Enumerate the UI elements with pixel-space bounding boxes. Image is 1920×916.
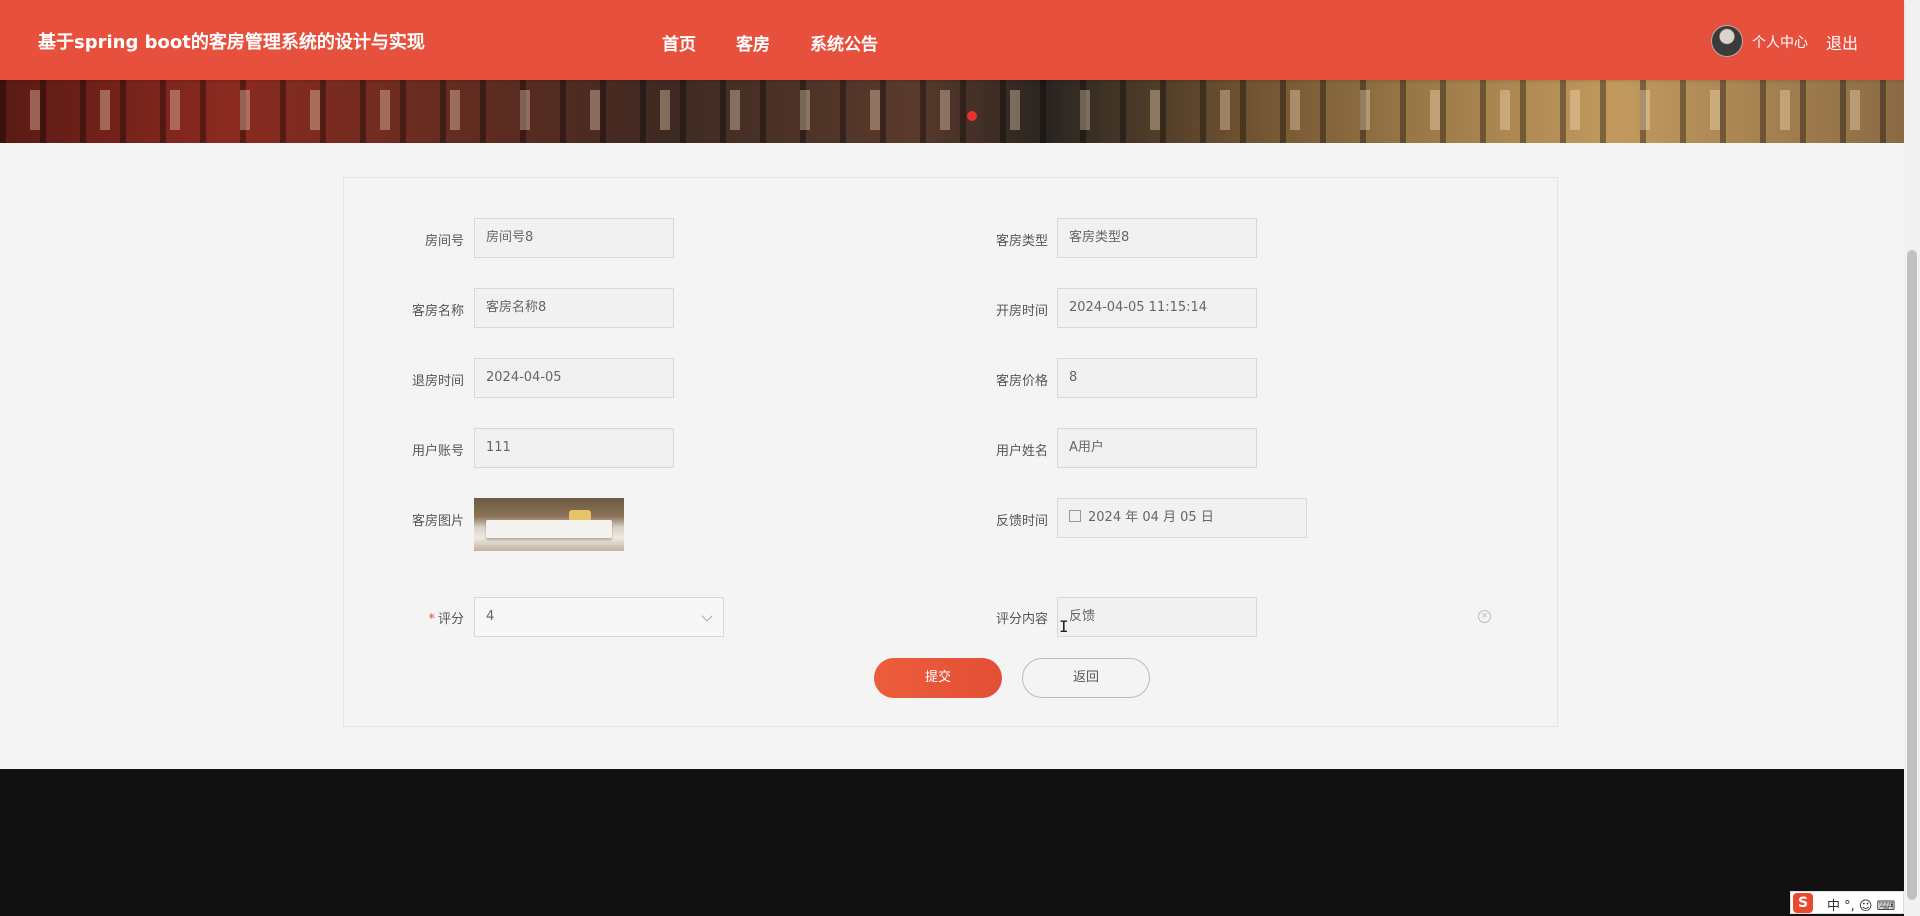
required-mark: * bbox=[428, 612, 435, 627]
clear-icon[interactable]: × bbox=[1478, 610, 1491, 623]
room-price-label: 客房价格 bbox=[995, 374, 1048, 389]
checkin-time-field[interactable]: 2024-04-05 11:15:14 bbox=[1057, 288, 1257, 328]
calendar-icon bbox=[1069, 510, 1081, 522]
feedback-time-label: 反馈时间 bbox=[995, 514, 1048, 529]
rating-select[interactable]: 4 bbox=[474, 597, 724, 637]
text-cursor-icon: I bbox=[1059, 617, 1069, 636]
room-type-label: 客房类型 bbox=[995, 234, 1048, 249]
feedback-time-field[interactable]: 2024 年 04 月 05 日 bbox=[1057, 498, 1307, 538]
nav-announcements[interactable]: 系统公告 bbox=[810, 30, 878, 55]
room-price-field[interactable]: 8 bbox=[1057, 358, 1257, 398]
user-account-label: 用户账号 bbox=[411, 444, 464, 459]
nav-home[interactable]: 首页 bbox=[662, 30, 696, 55]
banner-image bbox=[0, 80, 1904, 143]
room-type-field[interactable]: 客房类型8 bbox=[1057, 218, 1257, 258]
ime-logo-icon: S bbox=[1793, 893, 1813, 913]
room-name-label: 客房名称 bbox=[411, 304, 464, 319]
feedback-time-value: 2024 年 04 月 05 日 bbox=[1088, 510, 1214, 525]
top-nav-bar: 基于spring boot的客房管理系统的设计与实现 首页 客房 系统公告 个人… bbox=[0, 0, 1904, 80]
submit-button[interactable]: 提交 bbox=[874, 658, 1002, 698]
comment-input[interactable]: 反馈 bbox=[1057, 597, 1257, 637]
site-title: 基于spring boot的客房管理系统的设计与实现 bbox=[38, 32, 425, 53]
room-image-label: 客房图片 bbox=[411, 514, 464, 529]
room-image bbox=[474, 498, 624, 551]
ime-status-text: 中 °, ☺ ⌨ bbox=[1827, 899, 1896, 914]
carousel-indicator[interactable] bbox=[967, 111, 977, 121]
room-name-field[interactable]: 客房名称8 bbox=[474, 288, 674, 328]
ime-toolbar[interactable]: S 中 °, ☺ ⌨ bbox=[1790, 891, 1904, 914]
user-name-label: 用户姓名 bbox=[995, 444, 1048, 459]
logout-link[interactable]: 退出 bbox=[1826, 30, 1858, 54]
avatar[interactable] bbox=[1711, 25, 1743, 57]
user-name-field[interactable]: A用户 bbox=[1057, 428, 1257, 468]
comment-label: 评分内容 bbox=[995, 612, 1048, 627]
user-center-link[interactable]: 个人中心 bbox=[1752, 32, 1808, 52]
rating-label: * 评分 bbox=[400, 608, 464, 627]
back-button[interactable]: 返回 bbox=[1022, 658, 1150, 698]
footer bbox=[0, 769, 1904, 916]
chevron-down-icon bbox=[701, 610, 713, 622]
rating-label-text: 评分 bbox=[437, 612, 464, 627]
room-number-field[interactable]: 房间号8 bbox=[474, 218, 674, 258]
checkout-time-field[interactable]: 2024-04-05 bbox=[474, 358, 674, 398]
user-account-field[interactable]: 111 bbox=[474, 428, 674, 468]
room-number-label: 房间号 bbox=[424, 234, 464, 249]
checkin-time-label: 开房时间 bbox=[995, 304, 1048, 319]
scrollbar-thumb[interactable] bbox=[1907, 250, 1917, 900]
rating-value: 4 bbox=[486, 609, 495, 624]
nav-rooms[interactable]: 客房 bbox=[736, 30, 770, 55]
checkout-time-label: 退房时间 bbox=[411, 374, 464, 389]
